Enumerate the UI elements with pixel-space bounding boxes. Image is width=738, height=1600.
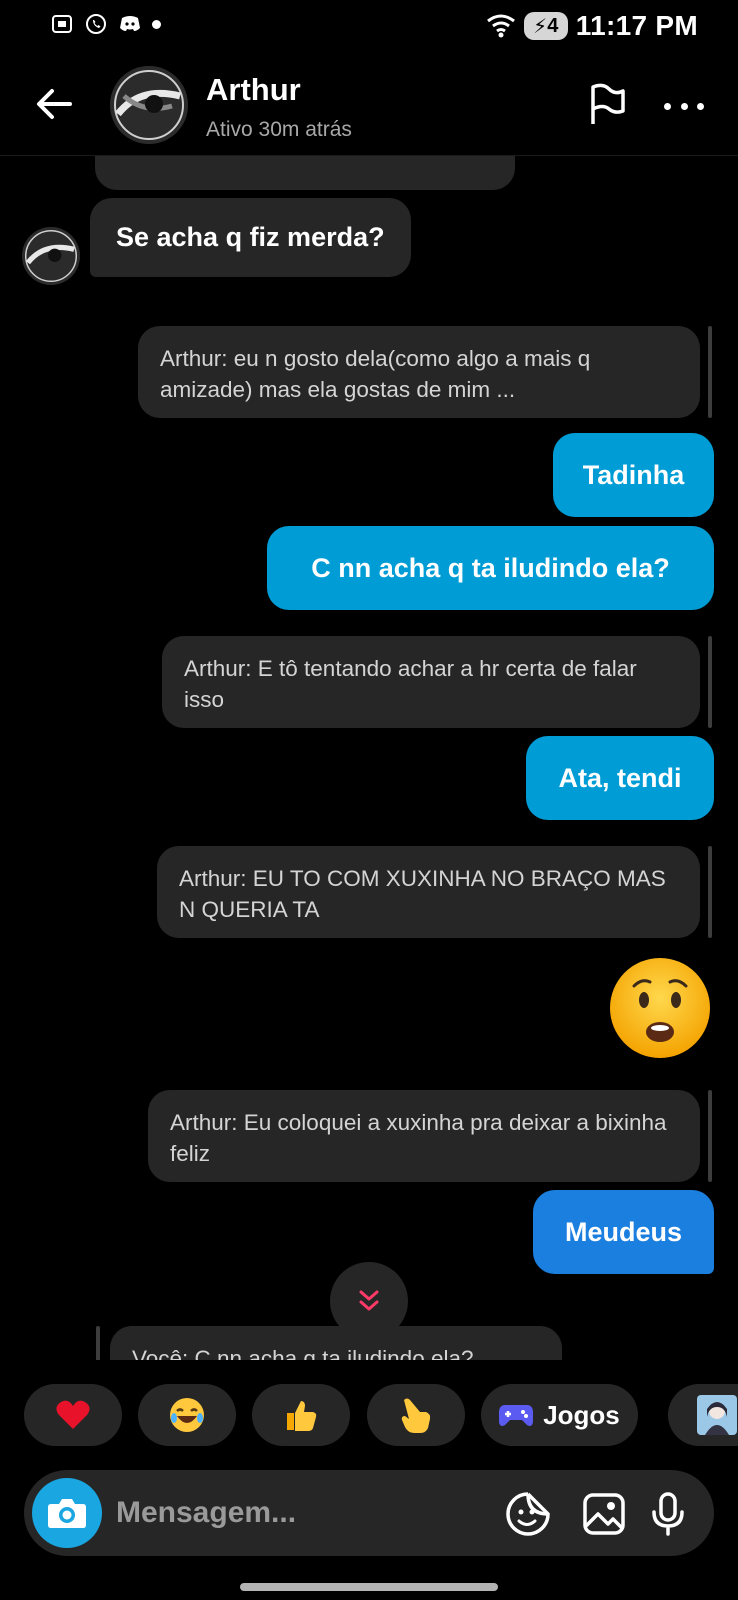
wifi-icon <box>486 14 515 38</box>
outgoing-message[interactable]: C nn acha q ta iludindo ela? <box>267 526 714 610</box>
astonished-face-emoji[interactable] <box>608 956 712 1060</box>
reply-indicator-bar <box>708 846 712 938</box>
avatar[interactable] <box>110 66 188 144</box>
outgoing-message[interactable]: Tadinha <box>553 433 714 517</box>
reply-indicator-bar <box>708 636 712 728</box>
laughing-reaction-button[interactable] <box>138 1384 236 1446</box>
sticker-icon[interactable] <box>504 1490 552 1538</box>
laughing-emoji <box>170 1398 204 1432</box>
chat-messages[interactable]: Se acha q fiz merda? Arthur: eu n gosto … <box>0 156 738 1360</box>
message-bubble-cut[interactable] <box>95 156 515 190</box>
camera-icon <box>48 1499 86 1528</box>
camera-button[interactable] <box>32 1478 102 1548</box>
thumbs-up-emoji <box>287 1401 317 1431</box>
notification-dot <box>152 19 161 29</box>
heart-emoji <box>56 1400 90 1429</box>
status-bar: ⚡ 4 11:17 PM <box>0 0 738 56</box>
scroll-down-button[interactable] <box>330 1262 408 1340</box>
chat-header: Arthur Ativo 30m atrás <box>0 56 738 156</box>
reply-preview[interactable]: Arthur: E tô tentando achar a hr certa d… <box>162 636 700 728</box>
discord-icon <box>120 16 140 31</box>
home-indicator[interactable] <box>240 1583 498 1591</box>
reply-indicator-bar <box>96 1326 100 1360</box>
incoming-message[interactable]: Se acha q fiz merda? <box>90 198 411 277</box>
microphone-icon[interactable] <box>644 1490 692 1538</box>
reply-preview[interactable]: Arthur: Eu coloquei a xuxinha pra deixar… <box>148 1090 700 1182</box>
pointing-hand-emoji <box>401 1398 431 1433</box>
reply-preview[interactable]: Você: C nn acha q ta iludindo ela? <box>110 1326 562 1360</box>
gamepad-icon <box>499 1405 534 1426</box>
reply-indicator-bar <box>708 326 712 418</box>
reply-preview[interactable]: Arthur: eu n gosto dela(como algo a mais… <box>138 326 700 418</box>
heart-reaction-button[interactable] <box>24 1384 122 1446</box>
reply-indicator-bar <box>708 1090 712 1182</box>
thumbs-up-reaction-button[interactable] <box>252 1384 350 1446</box>
more-icon[interactable] <box>660 86 708 126</box>
reply-preview[interactable]: Arthur: EU TO COM XUXINHA NO BRAÇO MAS N… <box>157 846 700 938</box>
chevron-double-down-icon <box>359 1290 379 1311</box>
message-composer <box>24 1470 714 1556</box>
whatsapp-icon <box>86 14 106 34</box>
contact-name[interactable]: Arthur <box>206 72 301 108</box>
contact-status: Ativo 30m atrás <box>206 118 352 141</box>
gallery-icon[interactable] <box>580 1490 628 1538</box>
outgoing-message[interactable]: Ata, tendi <box>526 736 714 820</box>
sticker-thumbnail-button[interactable] <box>668 1384 738 1446</box>
message-input[interactable] <box>116 1492 376 1534</box>
quick-reactions-bar: Jogos <box>0 1384 738 1448</box>
outgoing-message[interactable]: Meudeus <box>533 1190 714 1274</box>
sticker-thumbnail <box>697 1395 737 1435</box>
battery-indicator: ⚡ 4 <box>523 12 568 40</box>
avatar-small[interactable] <box>22 227 80 285</box>
pointing-hand-reaction-button[interactable] <box>367 1384 465 1446</box>
status-time: 11:17 PM <box>575 10 698 41</box>
flag-icon[interactable] <box>584 82 630 128</box>
back-arrow-icon[interactable] <box>30 80 78 128</box>
games-button[interactable]: Jogos <box>481 1384 638 1446</box>
screenshot-icon <box>52 15 72 33</box>
